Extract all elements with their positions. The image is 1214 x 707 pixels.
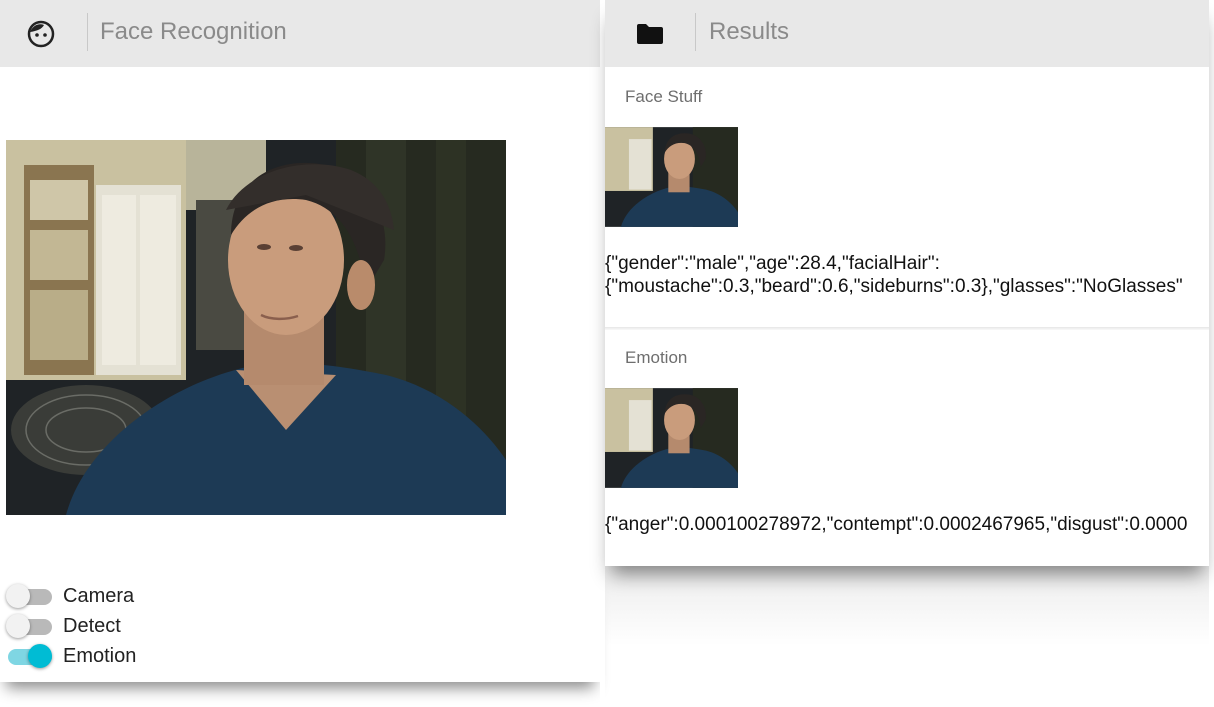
results-toolbar: Results — [605, 0, 1209, 67]
face-json-line-1: {"gender":"male","age":28.4,"facialHair"… — [605, 253, 940, 274]
face-recognition-toolbar: Face Recognition — [0, 0, 600, 67]
detect-label: Detect — [63, 614, 121, 637]
card-title: Emotion — [625, 348, 688, 367]
face-json-line-2: {"moustache":0.3,"beard":0.6,"sideburns"… — [605, 276, 1183, 297]
webcam-feed — [6, 140, 506, 515]
card-title: Face Stuff — [625, 87, 703, 106]
panel-title: Face Recognition — [100, 18, 287, 45]
results-shadow — [605, 566, 1209, 646]
camera-switch[interactable] — [6, 583, 54, 609]
toolbar-divider — [695, 13, 696, 51]
panel-title: Results — [709, 18, 790, 45]
card-divider — [605, 327, 1209, 330]
emotion-toggle-row[interactable]: Emotion — [6, 643, 136, 669]
camera-toggle-row[interactable]: Camera — [6, 583, 134, 609]
face-recognition-panel: Face Recognition Camera Detect Emotion — [0, 0, 600, 682]
camera-label: Camera — [63, 584, 135, 607]
emotion-json-line: {"anger":0.000100278972,"contempt":0.000… — [605, 514, 1188, 535]
detect-toggle-row[interactable]: Detect — [6, 613, 121, 639]
detect-switch[interactable] — [6, 613, 54, 639]
folder-icon — [633, 17, 667, 51]
face-thumbnail — [605, 127, 738, 227]
emotion-thumbnail — [605, 388, 738, 488]
results-panel: Results Face Stuff {"gender":"male","age… — [605, 0, 1209, 566]
toolbar-divider — [87, 13, 88, 51]
emotion-switch[interactable] — [6, 643, 54, 669]
face-icon — [24, 17, 58, 51]
emotion-label: Emotion — [63, 644, 137, 667]
